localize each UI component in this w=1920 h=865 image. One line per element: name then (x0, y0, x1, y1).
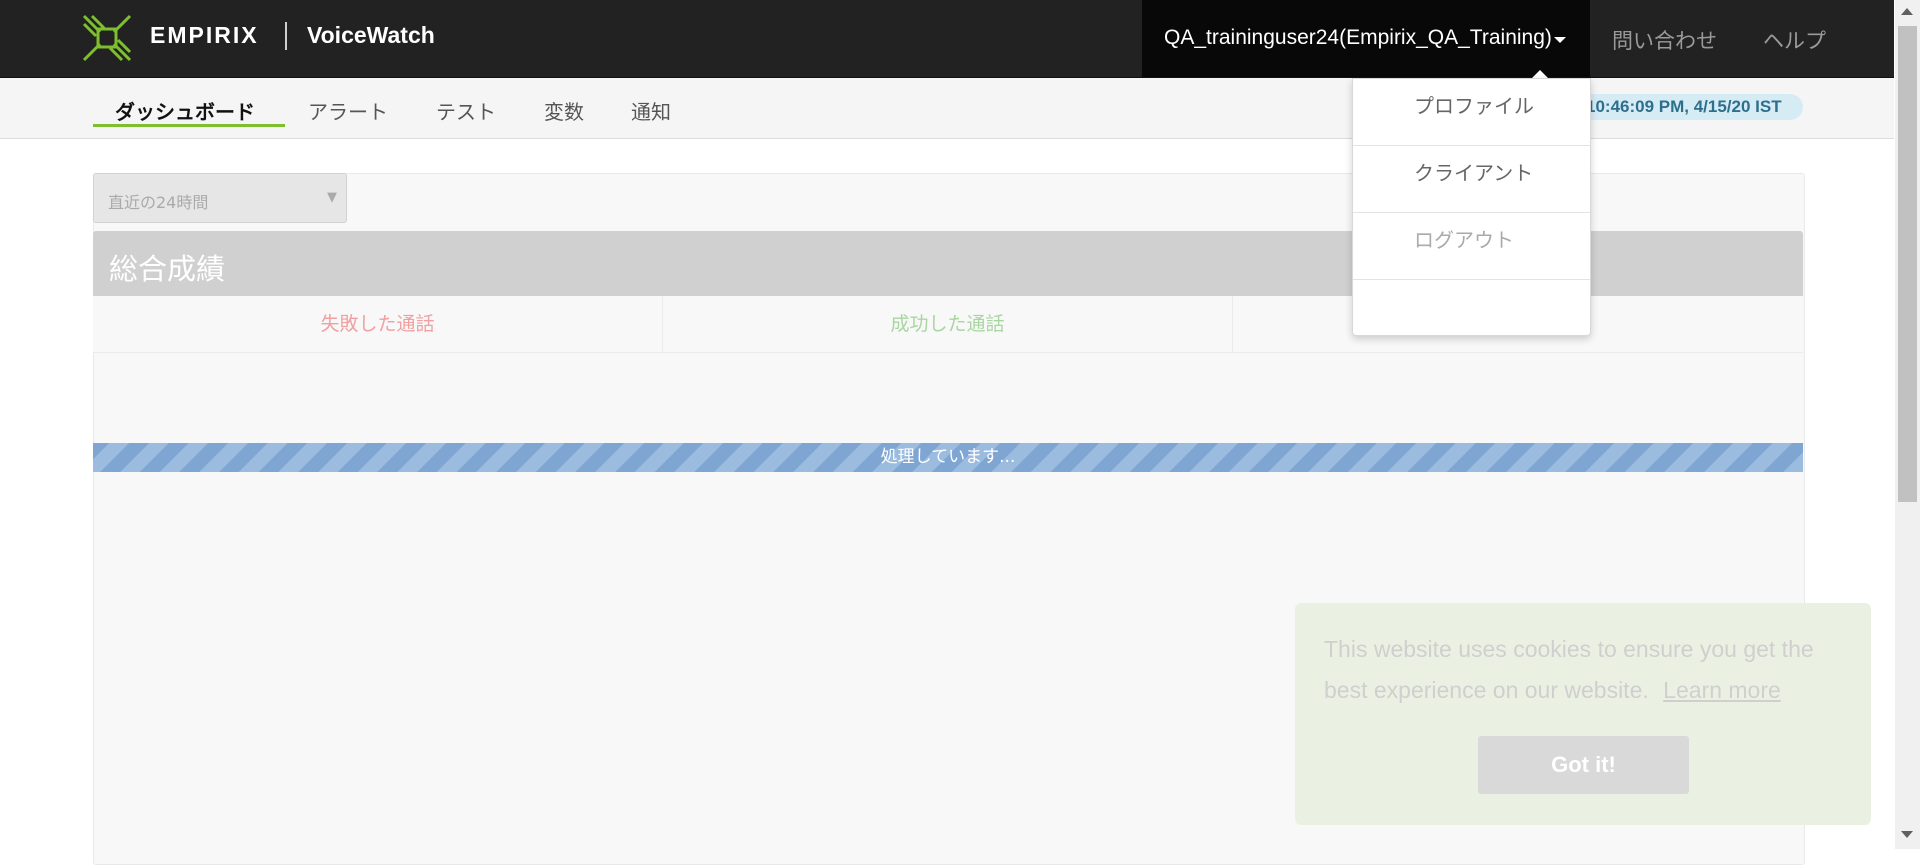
help-link[interactable]: ヘルプ (1763, 25, 1826, 55)
successful-calls-label: 成功した通話 (663, 296, 1233, 352)
scroll-down-icon[interactable] (1901, 831, 1913, 838)
scrollbar-thumb[interactable] (1898, 26, 1917, 502)
tab-variables[interactable]: 変数 (544, 96, 584, 125)
menu-item-client[interactable]: クライアント (1353, 146, 1590, 213)
contact-link[interactable]: 問い合わせ (1612, 25, 1717, 55)
processing-progress-bar: 処理しています... (93, 443, 1803, 472)
cookie-banner: This website uses cookies to ensure you … (1295, 603, 1871, 825)
cookie-accept-button[interactable]: Got it! (1478, 736, 1689, 794)
menu-item-profile[interactable]: プロファイル (1353, 79, 1590, 146)
brand-divider (285, 22, 287, 50)
menu-item-logout[interactable]: ログアウト (1353, 213, 1590, 280)
caret-down-icon (1554, 37, 1566, 43)
tab-dashboard[interactable]: ダッシュボード (115, 96, 255, 125)
tab-tests[interactable]: テスト (436, 96, 496, 125)
product-name: VoiceWatch (307, 22, 435, 48)
period-select[interactable]: 直近の24時間 ▼ (93, 173, 347, 223)
period-select-value: 直近の24時間 (108, 193, 209, 212)
tab-notifications[interactable]: 通知 (631, 96, 671, 125)
brand-name: EMPIRIX (150, 22, 259, 48)
active-tab-indicator (93, 124, 285, 127)
triangle-down-icon: ▼ (327, 190, 337, 205)
cookie-message-block: This website uses cookies to ensure you … (1324, 629, 1844, 711)
user-dropdown-menu: プロファイル クライアント ログアウト (1352, 78, 1591, 336)
summary-title: 総合成績 (109, 252, 226, 286)
user-name: QA_traininguser24(Empirix_QA_Training) (1164, 26, 1552, 49)
empirix-logo-icon[interactable] (80, 12, 134, 64)
learn-more-link[interactable]: Learn more (1663, 677, 1781, 703)
timestamp-badge: 10:46:09 PM, 4/15/20 IST (1580, 94, 1803, 120)
top-navbar: EMPIRIX VoiceWatch QA_traininguser24(Emp… (0, 0, 1894, 78)
vertical-scrollbar[interactable] (1895, 0, 1920, 849)
user-menu-toggle[interactable]: QA_traininguser24(Empirix_QA_Training) (1142, 0, 1590, 77)
scroll-up-icon[interactable] (1901, 8, 1913, 15)
tab-alerts[interactable]: アラート (308, 96, 388, 125)
failed-calls-label: 失敗した通話 (93, 296, 663, 352)
